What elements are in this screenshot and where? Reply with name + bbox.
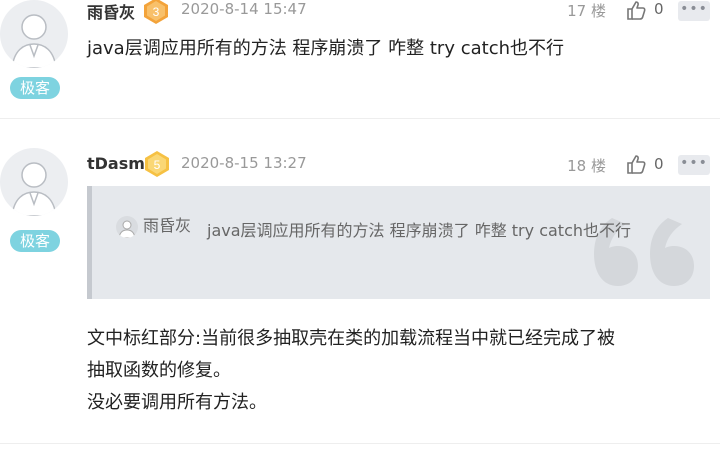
medal-level: 3	[153, 5, 160, 19]
floor-number: 17 楼	[567, 2, 606, 20]
medal-icon: 3	[144, 0, 168, 24]
medal-icon: 5	[145, 151, 169, 177]
comment-date: 2020-8-14 15:47	[181, 0, 307, 18]
comment-content: 文中标红部分:当前很多抽取壳在类的加载流程当中就已经完成了被 抽取函数的修复。 …	[87, 323, 712, 419]
username[interactable]: 雨昏灰	[87, 0, 135, 23]
geek-badge: 极客	[10, 230, 60, 252]
comment-item: 极客 雨昏灰 3 2020-8-14 15:47 17 楼 0 ••• java…	[0, 0, 720, 119]
content-line: 没必要调用所有方法。	[87, 392, 267, 413]
like-count: 0	[654, 0, 664, 18]
username[interactable]: tDasm	[87, 154, 145, 173]
thumbs-up-icon[interactable]	[625, 153, 647, 175]
comment-date: 2020-8-15 13:27	[181, 154, 307, 172]
floor-number: 18 楼	[567, 157, 606, 175]
medal-level: 5	[154, 158, 161, 172]
quote-text: java层调应用所有的方法 程序崩溃了 咋整 try catch也不行	[207, 221, 632, 240]
avatar[interactable]	[0, 148, 68, 216]
content-line: 抽取函数的修复。	[87, 360, 231, 381]
quoted-reply: 雨昏灰 java层调应用所有的方法 程序崩溃了 咋整 try catch也不行	[87, 186, 710, 299]
geek-badge: 极客	[10, 77, 60, 99]
more-icon[interactable]: •••	[678, 1, 710, 21]
more-icon[interactable]: •••	[678, 155, 710, 175]
content-line: 文中标红部分:当前很多抽取壳在类的加载流程当中就已经完成了被	[87, 328, 616, 349]
comment-content: java层调应用所有的方法 程序崩溃了 咋整 try catch也不行	[87, 38, 564, 59]
thumbs-up-icon[interactable]	[625, 0, 647, 21]
like-count: 0	[654, 155, 664, 173]
avatar[interactable]	[0, 0, 68, 68]
comment-item: 极客 tDasm 5 2020-8-15 13:27 18 楼 0 ••• 雨昏…	[0, 118, 720, 444]
